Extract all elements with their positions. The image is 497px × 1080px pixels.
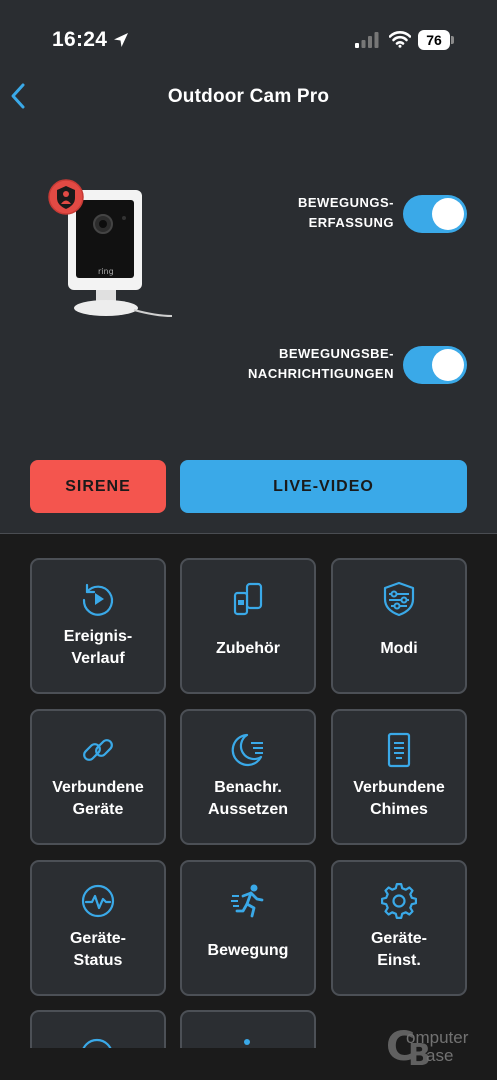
motion-detection-toggle[interactable] — [403, 195, 467, 233]
partial-icon — [82, 1038, 112, 1048]
tile-label: Benachr. Aussetzen — [207, 779, 289, 818]
toggle-knob — [432, 349, 464, 381]
motion-detection-label: BEWEGUNGS- ERFASSUNG — [298, 195, 394, 230]
battery-icon: 76 — [418, 30, 450, 50]
accessories-devices-icon — [233, 582, 263, 616]
motion-notifications-label: BEWEGUNGSBE- NACHRICHTIGUNGEN — [248, 346, 394, 381]
tile-device-settings[interactable]: Geräte- Einst. — [331, 860, 467, 996]
tile-device-status[interactable]: Geräte- Status — [30, 860, 166, 996]
wifi-icon — [389, 31, 411, 48]
motion-runner-icon — [231, 884, 264, 918]
location-arrow-icon — [114, 33, 128, 47]
tile-label: Geräte- Status — [69, 930, 127, 969]
tile-accessories[interactable]: Zubehör — [180, 558, 316, 694]
camera-device-image: ring — [48, 179, 173, 317]
settings-gear-icon — [381, 883, 417, 920]
live-video-button[interactable]: LIVE-VIDEO — [180, 460, 467, 513]
shield-modes-icon — [383, 581, 415, 617]
history-play-icon — [82, 583, 114, 616]
siren-button[interactable]: SIRENE — [30, 460, 166, 513]
battery-tip — [451, 36, 454, 44]
tile-label: Modi — [380, 640, 418, 657]
tile-event-history[interactable]: Ereignis- Verlauf — [30, 558, 166, 694]
toggle-knob — [432, 198, 464, 230]
tile-modes[interactable]: Modi — [331, 558, 467, 694]
tile-label: Verbundene Geräte — [52, 779, 144, 818]
snooze-moon-icon — [231, 733, 263, 767]
tile-snooze-notifications[interactable]: Benachr. Aussetzen — [180, 709, 316, 845]
svg-text:ring: ring — [98, 267, 114, 276]
cellular-signal-icon — [355, 32, 379, 48]
tile-linked-devices[interactable]: Verbundene Geräte — [30, 709, 166, 845]
tile-partial-left[interactable] — [30, 1010, 166, 1048]
motion-notifications-toggle[interactable] — [403, 346, 467, 384]
watermark-line2: ase — [426, 1046, 454, 1065]
tile-label: Bewegung — [207, 942, 289, 959]
page-title: Outdoor Cam Pro — [167, 86, 330, 107]
tile-label: Verbundene Chimes — [353, 779, 445, 818]
tile-label: Zubehör — [216, 640, 280, 657]
status-time: 16:24 — [52, 28, 108, 51]
tile-label: Ereignis- Verlauf — [63, 628, 133, 667]
computerbase-watermark: C omputer B ase — [386, 1024, 490, 1073]
tile-motion[interactable]: Bewegung — [180, 860, 316, 996]
tile-linked-chimes[interactable]: Verbundene Chimes — [331, 709, 467, 845]
tile-partial-middle[interactable] — [180, 1010, 316, 1048]
link-chain-icon — [83, 739, 113, 761]
partial-icon — [244, 1039, 250, 1045]
tile-label: Geräte- Einst. — [370, 930, 428, 969]
chime-device-icon — [387, 732, 411, 768]
device-health-icon — [81, 884, 115, 918]
